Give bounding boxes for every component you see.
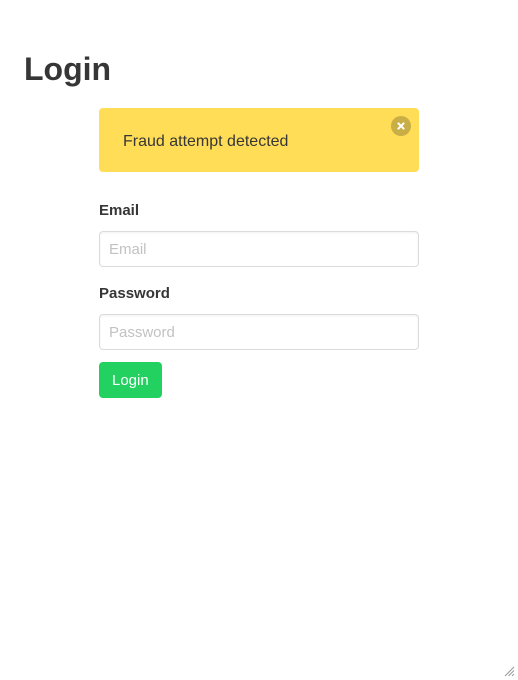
resize-grip-icon[interactable] (503, 665, 515, 677)
login-form-container: Fraud attempt detected Email Password Lo… (99, 108, 419, 398)
warning-notification: Fraud attempt detected (99, 108, 419, 172)
password-label: Password (99, 285, 170, 302)
login-button[interactable]: Login (99, 362, 162, 398)
page-title: Login (24, 51, 112, 87)
close-notification-button[interactable] (391, 116, 411, 136)
email-label: Email (99, 202, 140, 219)
password-field[interactable] (99, 314, 419, 350)
notification-message: Fraud attempt detected (123, 133, 289, 150)
email-field[interactable] (99, 231, 419, 267)
